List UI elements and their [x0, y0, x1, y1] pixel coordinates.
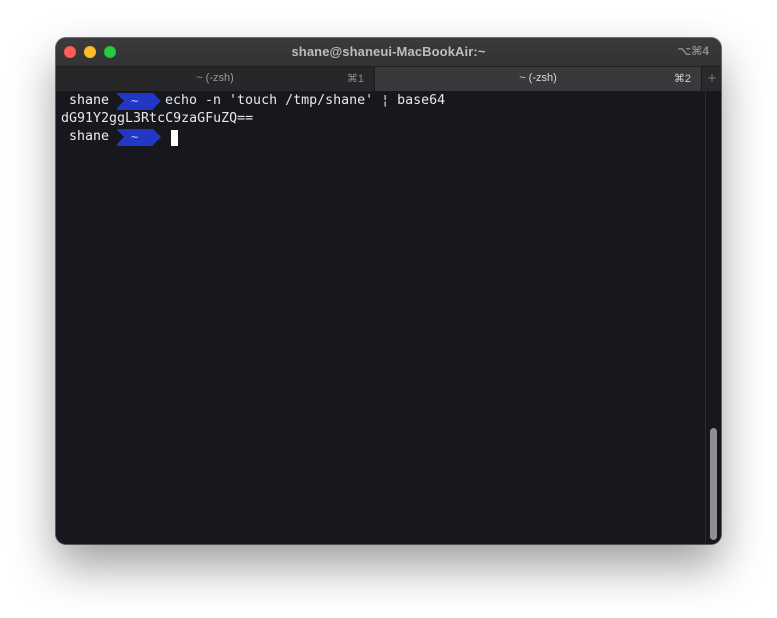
prompt-directory-segment: ~: [116, 129, 161, 146]
terminal-line-2: dG91Y2ggL3RtcC9zaGFuZQ==: [61, 110, 253, 128]
prompt-user: shane: [69, 93, 110, 108]
prompt-arrow-notch: [116, 129, 124, 145]
terminal-content[interactable]: shane ~ echo -n 'touch /tmp/shane' ¦ bas…: [56, 91, 721, 544]
tab-1-label: ~ (-zsh): [196, 72, 234, 84]
tab-1[interactable]: ~ (-zsh) ⌘1: [56, 67, 375, 91]
prompt-arrow-icon: [153, 129, 161, 145]
title-bar[interactable]: shane@shaneui-MacBookAir:~ ⌥⌘4: [56, 38, 721, 66]
terminal-line-1: shane ~ echo -n 'touch /tmp/shane' ¦ bas…: [61, 92, 445, 110]
tab-2-shortcut: ⌘2: [673, 73, 691, 85]
tab-bar: ~ (-zsh) ⌘1 ~ (-zsh) ⌘2 +: [56, 66, 721, 92]
terminal-line-3: shane ~: [61, 128, 178, 146]
scrollbar-thumb[interactable]: [710, 428, 717, 540]
text-cursor: [171, 130, 178, 146]
prompt-arrow-icon: [153, 93, 161, 109]
window-shortcut: ⌥⌘4: [677, 44, 709, 58]
command-text: echo -n 'touch /tmp/shane' ¦ base64: [165, 93, 446, 108]
new-tab-button[interactable]: +: [701, 67, 721, 91]
prompt-directory-segment: ~: [116, 93, 161, 110]
prompt-arrow-notch: [116, 93, 124, 109]
prompt-directory: ~: [131, 130, 139, 144]
window-title: shane@shaneui-MacBookAir:~: [291, 44, 486, 59]
prompt-directory: ~: [131, 94, 139, 108]
tab-2-label: ~ (-zsh): [519, 72, 557, 84]
terminal-window: shane@shaneui-MacBookAir:~ ⌥⌘4 ~ (-zsh) …: [56, 38, 721, 544]
prompt-user: shane: [69, 129, 110, 144]
tab-2-active[interactable]: ~ (-zsh) ⌘2: [375, 67, 701, 91]
plus-icon: +: [707, 70, 717, 87]
command-output: dG91Y2ggL3RtcC9zaGFuZQ==: [61, 111, 254, 126]
tab-1-shortcut: ⌘1: [346, 73, 364, 85]
